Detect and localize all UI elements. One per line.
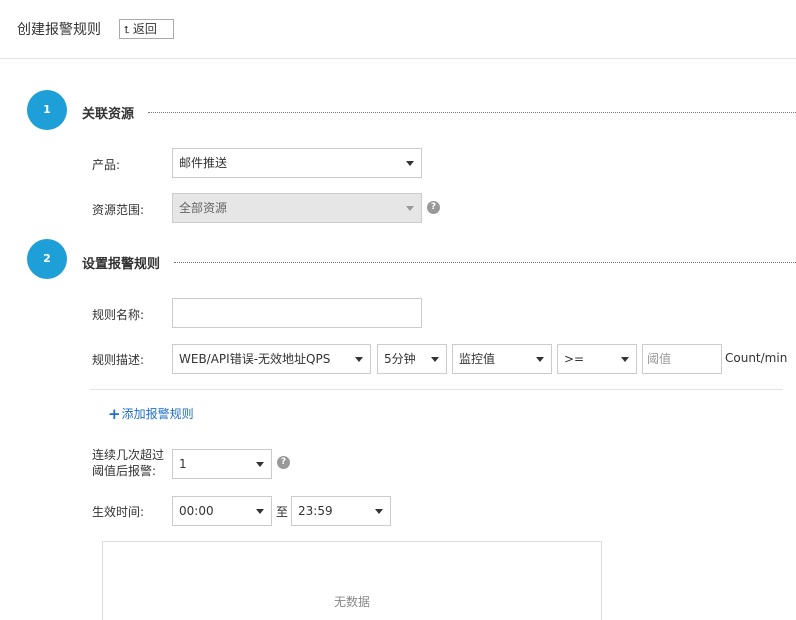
product-select[interactable]: 邮件推送 <box>172 148 422 178</box>
statistic-select-value: 监控值 <box>459 352 496 366</box>
chevron-down-icon <box>355 357 363 362</box>
period-select-value: 5分钟 <box>384 352 416 366</box>
consecutive-times-value: 1 <box>179 457 187 471</box>
chevron-down-icon <box>536 357 544 362</box>
metric-select-value: WEB/API错误-无效地址QPS <box>179 352 331 366</box>
chevron-down-icon <box>375 509 383 514</box>
step-1-badge: 1 <box>27 90 67 130</box>
page-header: 创建报警规则 ⮤ 返回 <box>0 0 796 59</box>
help-icon[interactable]: ? <box>427 201 440 214</box>
scope-select-value: 全部资源 <box>179 201 228 215</box>
help-icon[interactable]: ? <box>277 456 290 469</box>
end-time-select[interactable]: 23:59 <box>291 496 391 526</box>
threshold-input[interactable]: 阈值 <box>642 344 722 374</box>
consecutive-times-label-line2: 阈值后报警: <box>92 464 157 478</box>
section-title-rules: 设置报警规则 <box>82 257 161 272</box>
to-label: 至 <box>276 505 289 519</box>
period-select[interactable]: 5分钟 <box>377 344 447 374</box>
operator-select[interactable]: >= <box>557 344 637 374</box>
section-divider <box>174 262 796 263</box>
chevron-down-icon <box>256 462 264 467</box>
plus-icon: + <box>108 405 121 423</box>
rule-desc-label: 规则描述: <box>92 353 145 367</box>
product-label: 产品: <box>92 158 121 172</box>
start-time-value: 00:00 <box>179 504 214 518</box>
empty-state-text: 无数据 <box>333 595 370 609</box>
statistic-select[interactable]: 监控值 <box>452 344 552 374</box>
consecutive-times-label: 连续几次超过 阈值后报警: <box>92 447 164 479</box>
chevron-down-icon <box>406 161 414 166</box>
metric-select[interactable]: WEB/API错误-无效地址QPS <box>172 344 371 374</box>
chevron-down-icon <box>256 509 264 514</box>
unit-label: Count/min <box>725 351 788 365</box>
end-time-value: 23:59 <box>298 504 333 518</box>
product-select-value: 邮件推送 <box>179 156 228 170</box>
back-button-label: 返回 <box>132 22 157 36</box>
add-alarm-rule-label: 添加报警规则 <box>121 407 194 421</box>
consecutive-times-select[interactable]: 1 <box>172 449 272 479</box>
start-time-select[interactable]: 00:00 <box>172 496 272 526</box>
return-arrow-icon: ⮤ <box>124 25 130 36</box>
section-title-resources: 关联资源 <box>82 107 135 122</box>
rule-preview-panel: 无数据 <box>102 541 602 620</box>
section-divider <box>148 112 796 113</box>
threshold-placeholder: 阈值 <box>647 352 672 366</box>
chevron-down-icon <box>431 357 439 362</box>
scope-label: 资源范围: <box>92 203 145 217</box>
operator-select-value: >= <box>564 352 585 366</box>
rule-divider <box>90 389 783 390</box>
back-button[interactable]: ⮤ 返回 <box>119 19 174 39</box>
scope-select: 全部资源 <box>172 193 422 223</box>
rule-name-input[interactable] <box>172 298 422 328</box>
step-2-badge: 2 <box>27 239 67 279</box>
page-title: 创建报警规则 <box>17 22 101 38</box>
effective-time-label: 生效时间: <box>92 505 145 519</box>
chevron-down-icon <box>406 206 414 211</box>
add-alarm-rule-link[interactable]: +添加报警规则 <box>108 405 194 423</box>
rule-name-label: 规则名称: <box>92 308 145 322</box>
consecutive-times-label-line1: 连续几次超过 <box>92 448 165 462</box>
chevron-down-icon <box>621 357 629 362</box>
